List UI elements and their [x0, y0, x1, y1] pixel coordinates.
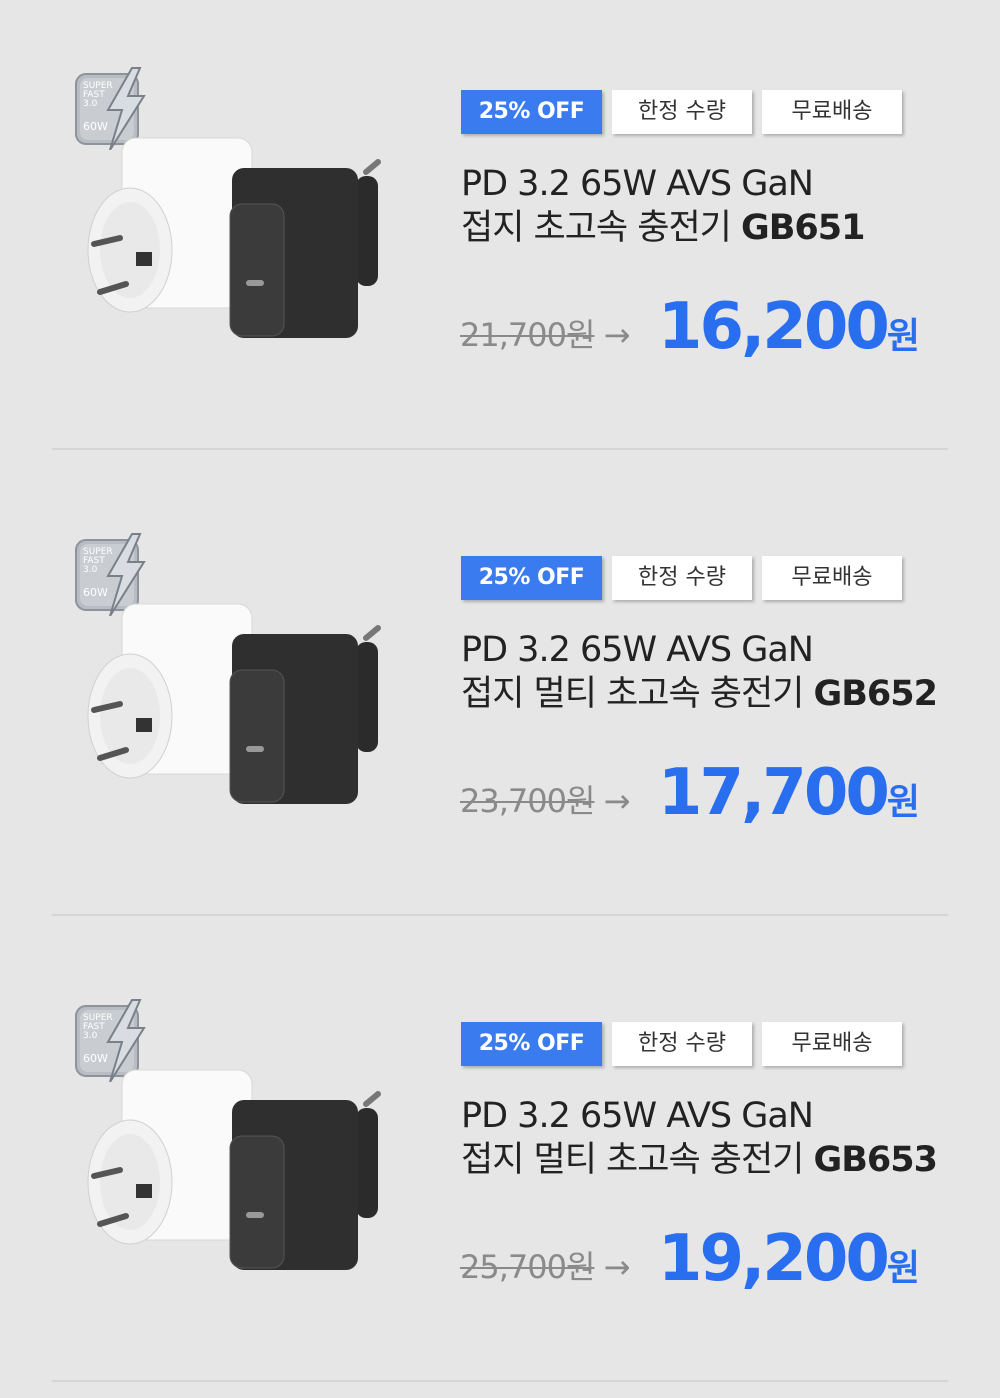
discount-tag: 25% OFF: [461, 1022, 602, 1066]
original-price: 23,700원 →: [460, 782, 631, 820]
limited-quantity-tag: 한정 수량: [612, 1022, 752, 1066]
title-line-1: PD 3.2 65W AVS GaN: [461, 630, 814, 670]
title-line-2: 접지 멀티 초고속 충전기: [461, 1140, 814, 1180]
model-name: GB653: [813, 1140, 938, 1180]
sale-price: 16,200원: [657, 290, 920, 364]
charger-product-image: [87, 603, 381, 804]
discount-tag: 25% OFF: [461, 90, 602, 134]
original-price: 25,700원 →: [460, 1248, 631, 1286]
arrow-icon: →: [603, 782, 631, 820]
sale-price: 17,700원: [657, 756, 920, 830]
arrow-icon: →: [603, 1248, 631, 1286]
divider: [52, 448, 948, 450]
free-shipping-tag: 무료배송: [762, 90, 902, 134]
charger-product-image: [87, 1069, 381, 1270]
product-card[interactable]: SUPER FAST 3.0 60W 25% OFF 한정 수량 무료배송 PD…: [0, 0, 1000, 466]
discount-tag: 25% OFF: [461, 556, 602, 600]
model-name: GB652: [813, 674, 938, 714]
product-title[interactable]: PD 3.2 65W AVS GaN 접지 멀티 초고속 충전기 GB653: [461, 1094, 938, 1182]
divider: [52, 1380, 948, 1382]
charger-product-image: [87, 137, 381, 338]
limited-quantity-tag: 한정 수량: [612, 90, 752, 134]
product-title[interactable]: PD 3.2 65W AVS GaN 접지 초고속 충전기 GB651: [461, 162, 865, 250]
title-line-2: 접지 초고속 충전기: [461, 208, 741, 248]
product-card[interactable]: SUPER FAST 3.0 60W 25% OFF 한정 수량 무료배송 PD…: [0, 466, 1000, 932]
limited-quantity-tag: 한정 수량: [612, 556, 752, 600]
arrow-icon: →: [603, 316, 631, 354]
product-card[interactable]: SUPER FAST 3.0 60W 25% OFF 한정 수량 무료배송 PD…: [0, 932, 1000, 1398]
svg-text:3.0: 3.0: [83, 1031, 98, 1041]
svg-text:3.0: 3.0: [83, 565, 98, 575]
divider: [52, 914, 948, 916]
original-price: 21,700원 →: [460, 316, 631, 354]
product-title[interactable]: PD 3.2 65W AVS GaN 접지 멀티 초고속 충전기 GB652: [461, 628, 938, 716]
sale-price: 19,200원: [657, 1222, 920, 1296]
title-line-1: PD 3.2 65W AVS GaN: [461, 1096, 814, 1136]
title-line-2: 접지 멀티 초고속 충전기: [461, 674, 814, 714]
title-line-1: PD 3.2 65W AVS GaN: [461, 164, 814, 204]
free-shipping-tag: 무료배송: [762, 1022, 902, 1066]
model-name: GB651: [740, 208, 865, 248]
svg-text:3.0: 3.0: [83, 99, 98, 109]
free-shipping-tag: 무료배송: [762, 556, 902, 600]
